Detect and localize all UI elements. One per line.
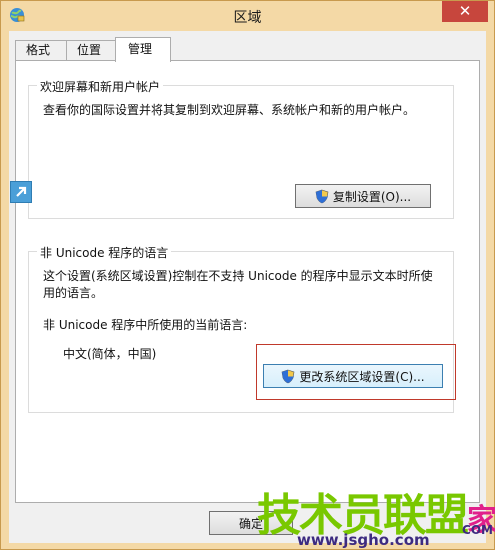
close-button[interactable]: ✕	[442, 1, 488, 22]
highlight-box	[256, 344, 456, 400]
copy-settings-button[interactable]: 复制设置(O)...	[295, 184, 431, 208]
non-unicode-group-title: 非 Unicode 程序的语言	[37, 244, 172, 261]
title-bar: 区域 ✕	[1, 1, 494, 31]
watermark-com: COM	[462, 523, 493, 537]
welcome-screen-group: 欢迎屏幕和新用户帐户 查看你的国际设置并将其复制到欢迎屏幕、系统帐户和新的用户帐…	[28, 78, 454, 219]
non-unicode-description-line2: 用的语言。	[43, 286, 104, 300]
tab-panel-administrative: 欢迎屏幕和新用户帐户 查看你的国际设置并将其复制到欢迎屏幕、系统帐户和新的用户帐…	[15, 60, 480, 503]
tab-formats[interactable]: 格式	[15, 40, 67, 61]
window-title: 区域	[233, 10, 262, 26]
expand-arrow-icon	[10, 181, 32, 203]
copy-settings-label: 复制设置(O)...	[332, 189, 412, 204]
welcome-group-title: 欢迎屏幕和新用户帐户	[37, 78, 164, 95]
watermark-url: www.jsgho.com	[297, 531, 430, 549]
arrow-glyph-icon	[16, 186, 27, 197]
tab-location[interactable]: 位置	[66, 40, 116, 61]
welcome-description: 查看你的国际设置并将其复制到欢迎屏幕、系统帐户和新的用户帐户。	[43, 103, 416, 117]
tab-administrative[interactable]: 管理	[115, 37, 171, 62]
current-language-value: 中文(简体，中国)	[63, 347, 157, 361]
watermark: 技术员联盟家 www.jsgho.com COM	[257, 479, 495, 549]
region-dialog: 区域 ✕ 格式 位置 管理 欢迎屏幕和新用户帐户 查看你的国际设置并将其复制到欢…	[0, 0, 495, 550]
current-language-label: 非 Unicode 程序中所使用的当前语言:	[43, 318, 248, 332]
non-unicode-description-line1: 这个设置(系统区域设置)控制在不支持 Unicode 的程序中显示文本时所使	[43, 269, 433, 283]
uac-shield-icon	[315, 189, 329, 203]
dialog-client-area: 格式 位置 管理 欢迎屏幕和新用户帐户 查看你的国际设置并将其复制到欢迎屏幕、系…	[9, 31, 486, 543]
